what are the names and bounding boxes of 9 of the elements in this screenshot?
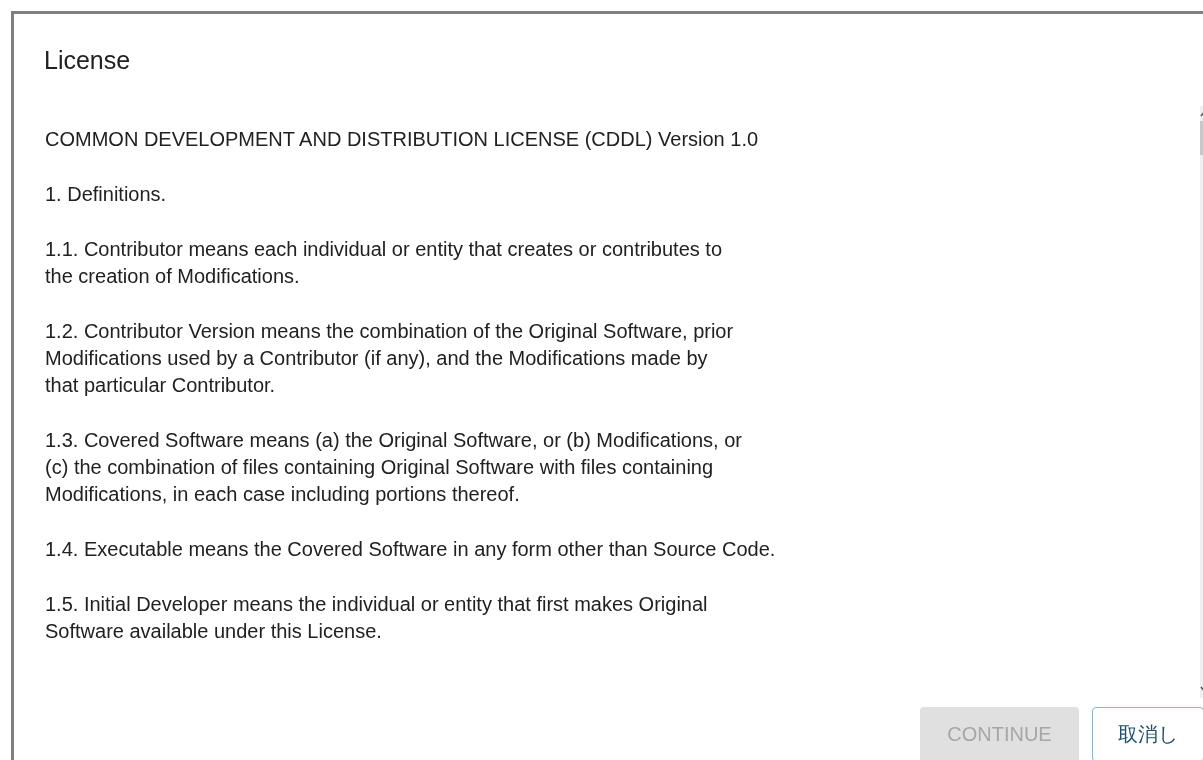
license-paragraph: 1.1. Contributor means each individual or entity that creates or contributes to the creation of Modifications.	[45, 237, 724, 289]
license-paragraph: 1.2. Contributor Version means the combination of the Original Software, prior Modifications used by a Contributor (if any), and the Modifications made by that particular Contributor.	[45, 319, 735, 398]
dialog-title: License	[43, 45, 132, 76]
license-paragraph: 1. Definitions.	[45, 182, 168, 207]
license-paragraph: 1.4. Executable means the Covered Software in any form other than Source Code.	[45, 537, 777, 562]
cancel-button[interactable]: 取消し	[1092, 707, 1203, 760]
license-paragraph: 1.5. Initial Developer means the individual or entity that first makes Original Software available under this License.	[45, 592, 709, 644]
license-paragraph: COMMON DEVELOPMENT AND DISTRIBUTION LICENSE (CDDL) Version 1.0	[45, 127, 760, 152]
license-paragraph: 1.3. Covered Software means (a) the Original Software, or (b) Modifications, or (c) the combination of files containing Original Software with files containing Modifications, in each case including portions thereof.	[45, 428, 743, 507]
